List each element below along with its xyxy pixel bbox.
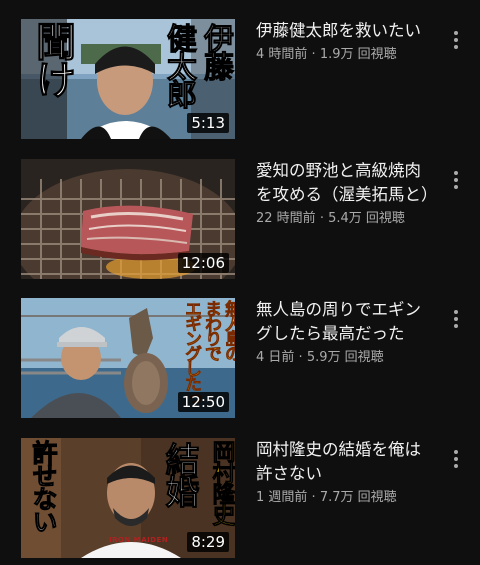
view-count: 7.7万 回視聴: [319, 490, 397, 505]
more-vert-icon[interactable]: [446, 31, 466, 55]
time-ago: 4 時間前: [256, 47, 308, 62]
separator: ·: [311, 490, 316, 505]
thumbnail-caption: 結婚: [159, 442, 200, 507]
time-ago: 1 週間前: [256, 490, 308, 505]
video-thumbnail[interactable]: 聞け 健太郎 伊藤 5:13: [21, 19, 235, 139]
time-ago: 4 日前: [256, 350, 295, 365]
more-vert-icon[interactable]: [446, 310, 466, 334]
video-thumbnail[interactable]: 許せない 結婚 岡村隆史 IRON MAIDEN 8:29: [21, 438, 235, 558]
video-meta[interactable]: 愛知の野池と高級焼肉を攻める（渥美拓馬と） 22 時間前 · 5.4万 回視聴: [256, 159, 438, 229]
video-title[interactable]: 無人島の周りでエギングしたら最高だった: [256, 298, 436, 346]
more-vert-icon[interactable]: [446, 171, 466, 195]
video-duration: 5:13: [187, 113, 229, 133]
video-title[interactable]: 愛知の野池と高級焼肉を攻める（渥美拓馬と）: [256, 159, 438, 207]
video-thumbnail[interactable]: 無人島の まわりで エギングしたっ 12:50: [21, 298, 235, 418]
video-item[interactable]: 12:06 愛知の野池と高級焼肉を攻める（渥美拓馬と） 22 時間前 · 5.4…: [0, 159, 480, 279]
view-count: 5.4万 回視聴: [328, 211, 405, 226]
video-feed: 聞け 健太郎 伊藤 5:13 伊藤健太郎を救いたい 4 時間前 · 1.9万 回…: [0, 0, 480, 565]
video-item[interactable]: 許せない 結婚 岡村隆史 IRON MAIDEN 8:29 岡村隆史の結婚を俺は…: [0, 438, 480, 558]
shirt-logo-text: IRON MAIDEN: [109, 536, 169, 544]
time-ago: 22 時間前: [256, 211, 316, 226]
thumbnail-caption: エギングしたっ: [181, 300, 202, 406]
separator: ·: [298, 350, 303, 365]
view-count: 1.9万 回視聴: [319, 47, 397, 62]
video-duration: 12:50: [177, 392, 229, 412]
video-meta[interactable]: 岡村隆史の結婚を俺は許さない 1 週間前 · 7.7万 回視聴: [256, 438, 436, 508]
video-meta[interactable]: 無人島の周りでエギングしたら最高だった 4 日前 · 5.9万 回視聴: [256, 298, 436, 368]
video-thumbnail[interactable]: 12:06: [21, 159, 235, 279]
video-title[interactable]: 伊藤健太郎を救いたい: [256, 19, 436, 43]
separator: ·: [319, 211, 324, 226]
video-stats: 4 時間前 · 1.9万 回視聴: [256, 45, 436, 65]
video-duration: 12:06: [177, 253, 229, 273]
view-count: 5.9万 回視聴: [306, 350, 384, 365]
video-stats: 4 日前 · 5.9万 回視聴: [256, 348, 436, 368]
more-vert-icon[interactable]: [446, 450, 466, 474]
thumbnail-caption: 許せない: [29, 440, 59, 533]
video-duration: 8:29: [187, 532, 229, 552]
video-stats: 1 週間前 · 7.7万 回視聴: [256, 488, 436, 508]
video-stats: 22 時間前 · 5.4万 回視聴: [256, 209, 436, 229]
thumbnail-caption: 聞け: [29, 21, 76, 98]
video-item[interactable]: 聞け 健太郎 伊藤 5:13 伊藤健太郎を救いたい 4 時間前 · 1.9万 回…: [0, 19, 480, 139]
video-meta[interactable]: 伊藤健太郎を救いたい 4 時間前 · 1.9万 回視聴: [256, 19, 436, 65]
video-title[interactable]: 岡村隆史の結婚を俺は許さない: [256, 438, 436, 486]
thumbnail-caption: 伊藤: [198, 23, 234, 80]
video-item[interactable]: 無人島の まわりで エギングしたっ 12:50 無人島の周りでエギングしたら最高…: [0, 298, 480, 418]
separator: ·: [311, 47, 316, 62]
thumbnail-caption: 岡村隆史: [208, 440, 235, 525]
